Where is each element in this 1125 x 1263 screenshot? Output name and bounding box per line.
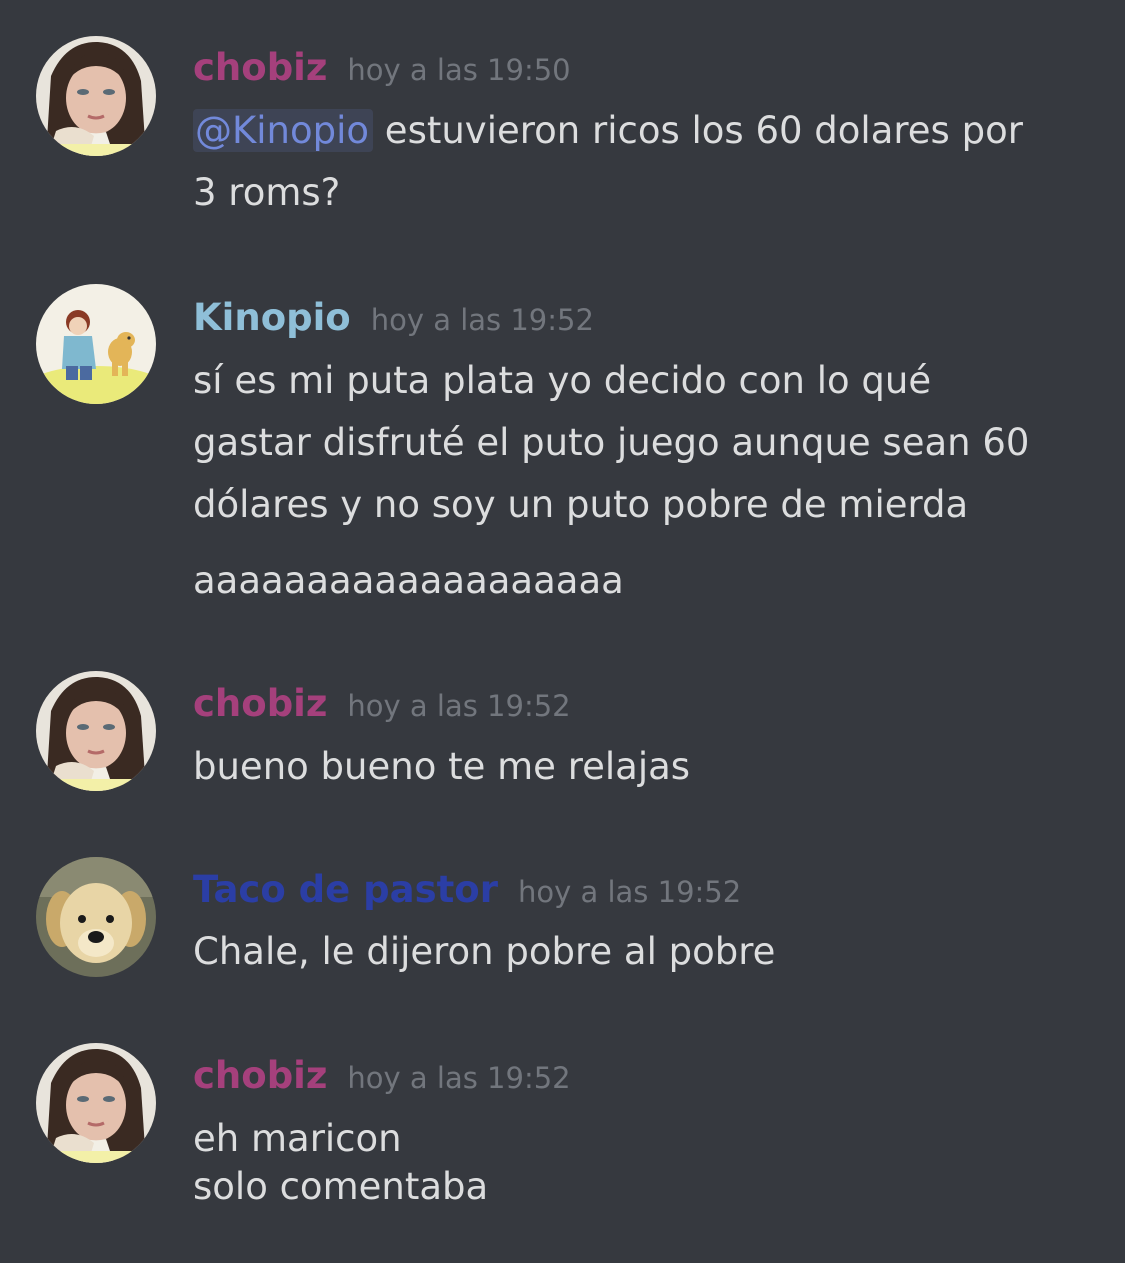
user-mention[interactable]: @Kinopio — [193, 109, 374, 152]
puppy-avatar-icon — [36, 857, 156, 977]
message-text: Chale, le dijeron pobre al pobre — [193, 930, 776, 973]
avatar[interactable] — [36, 857, 156, 977]
message-header: chobiz hoy a las 19:50 — [193, 46, 571, 89]
message-header: chobiz hoy a las 19:52 — [193, 682, 571, 725]
username[interactable]: chobiz — [193, 1054, 327, 1097]
message-text: gastar disfruté el puto juego aunque sea… — [193, 421, 1030, 464]
avatar[interactable] — [36, 36, 156, 156]
message-text: bueno bueno te me relajas — [193, 745, 691, 788]
message-header: Taco de pastor hoy a las 19:52 — [193, 868, 741, 911]
girl-portrait-avatar-icon — [36, 1043, 156, 1163]
message-text: sí es mi puta plata yo decido con lo qué — [193, 359, 932, 402]
avatar[interactable] — [36, 1043, 156, 1163]
boy-and-dog-cartoon-avatar-icon — [36, 284, 156, 404]
message-header: Kinopio hoy a las 19:52 — [193, 296, 594, 339]
message-header: chobiz hoy a las 19:52 — [193, 1054, 571, 1097]
timestamp: hoy a las 19:52 — [517, 875, 742, 909]
timestamp: hoy a las 19:50 — [347, 53, 571, 87]
username[interactable]: chobiz — [193, 682, 327, 725]
message-text: dólares y no soy un puto pobre de mierda — [193, 483, 969, 526]
message-text-segment: estuvieron ricos los 60 dolares por — [373, 109, 1023, 152]
girl-portrait-avatar-icon — [36, 671, 156, 791]
message-text: aaaaaaaaaaaaaaaaaaa — [193, 559, 624, 602]
girl-portrait-avatar-icon — [36, 36, 156, 156]
username[interactable]: Kinopio — [193, 296, 351, 339]
message-text: solo comentaba — [193, 1165, 489, 1208]
avatar[interactable] — [36, 284, 156, 404]
username[interactable]: Taco de pastor — [193, 868, 498, 911]
timestamp: hoy a las 19:52 — [347, 689, 571, 723]
timestamp: hoy a las 19:52 — [370, 303, 594, 337]
message-text: 3 roms? — [193, 171, 341, 214]
timestamp: hoy a las 19:52 — [347, 1061, 571, 1095]
avatar[interactable] — [36, 671, 156, 791]
message-text: @Kinopio estuvieron ricos los 60 dolares… — [193, 100, 1103, 162]
username[interactable]: chobiz — [193, 46, 327, 89]
